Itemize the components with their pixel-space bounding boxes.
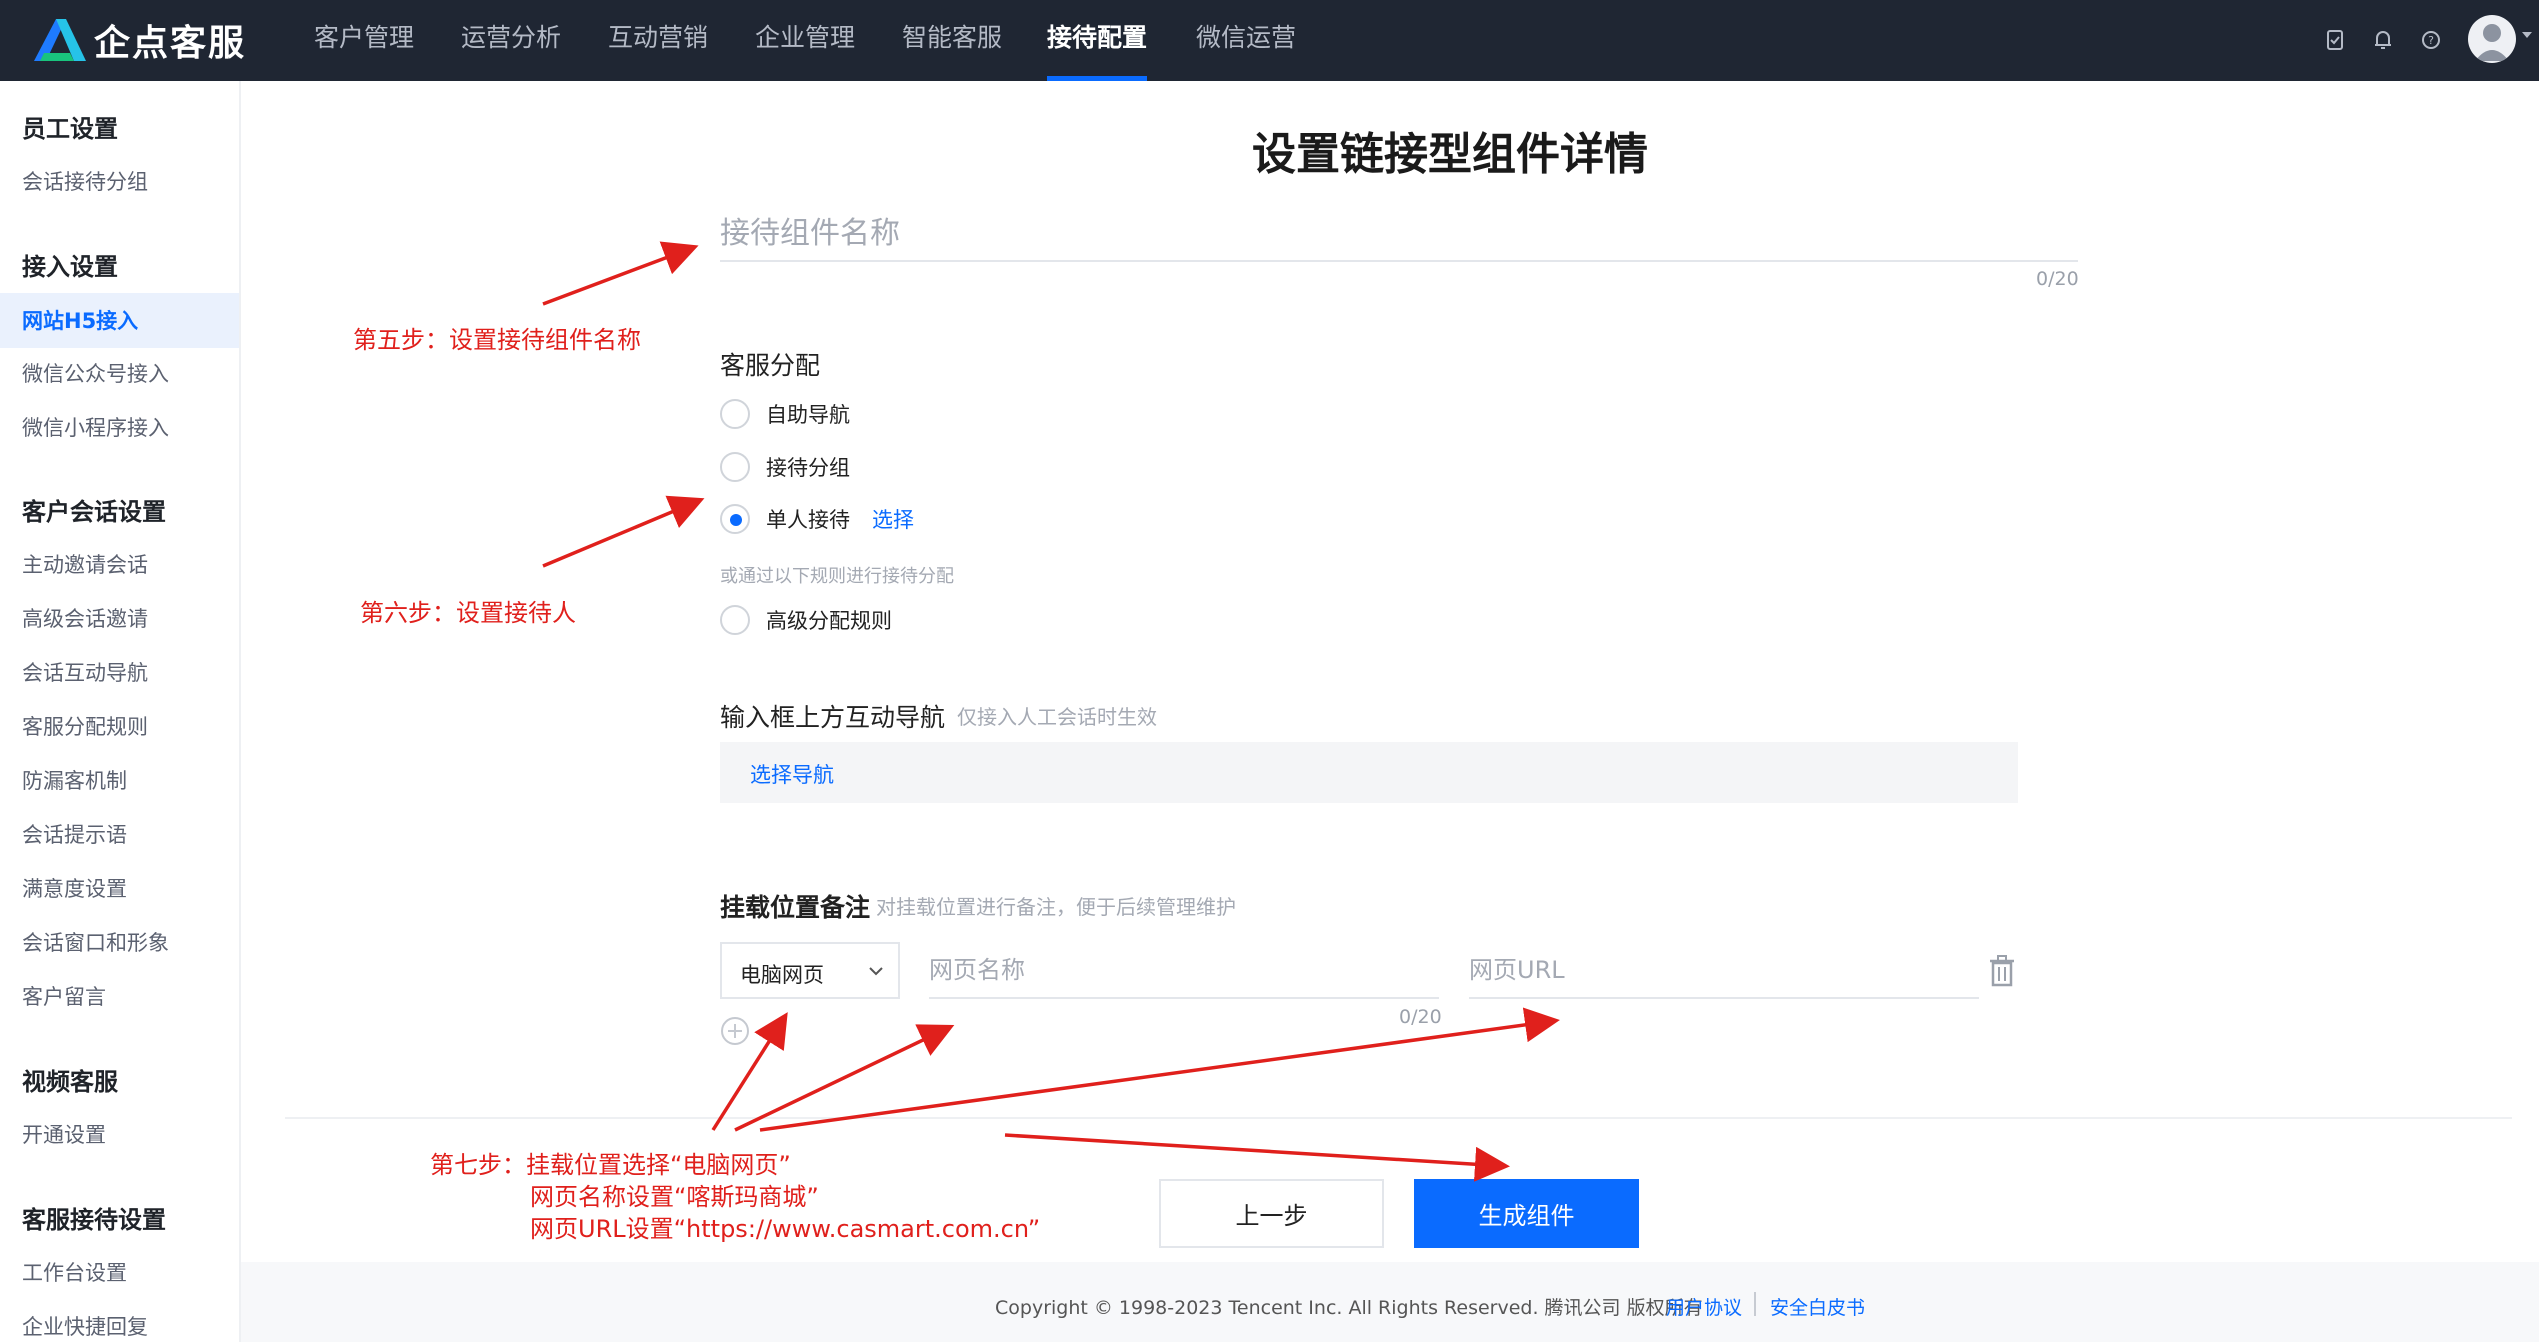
nav-customer-management[interactable]: 客户管理	[314, 0, 414, 81]
brand-logo[interactable]: 企点客服	[30, 14, 246, 66]
sidebar-item-web-h5[interactable]: 网站H5接入	[22, 305, 138, 335]
sidebar-group-video: 视频客服	[22, 1068, 118, 1096]
sidebar-group-agent: 客服接待设置	[22, 1206, 166, 1234]
radio-circle[interactable]	[720, 605, 750, 635]
chevron-down-icon[interactable]	[2520, 30, 2534, 40]
nav-operation-analysis[interactable]: 运营分析	[461, 0, 561, 81]
radio-advanced-rules[interactable]: 高级分配规则	[720, 604, 892, 636]
sidebar-item-window-style[interactable]: 会话窗口和形象	[22, 927, 169, 957]
prev-step-button[interactable]: 上一步	[1159, 1179, 1384, 1248]
add-row-icon[interactable]	[720, 1016, 750, 1046]
avatar[interactable]	[2468, 15, 2516, 63]
interactive-nav-label: 输入框上方互动导航	[720, 703, 946, 732]
interactive-nav-hint: 仅接入人工会话时生效	[957, 705, 1157, 729]
sidebar-group-access: 接入设置	[22, 253, 118, 281]
arrow-to-name-input	[542, 241, 699, 306]
top-navbar: 企点客服 客户管理 运营分析 互动营销 企业管理 智能客服 接待配置 微信运营 …	[0, 0, 2539, 81]
assign-alt-hint: 或通过以下规则进行接待分配	[720, 566, 954, 587]
logo-icon	[34, 19, 86, 61]
radio-circle[interactable]	[720, 399, 750, 429]
sidebar-item-quick-reply[interactable]: 企业快捷回复	[22, 1311, 148, 1341]
sidebar-item-advanced-invite[interactable]: 高级会话邀请	[22, 603, 148, 633]
radio-circle[interactable]	[720, 452, 750, 482]
page-title: 设置链接型组件详情	[1252, 129, 1648, 180]
select-agent-link[interactable]: 选择	[872, 504, 914, 534]
sidebar-item-satisfaction[interactable]: 满意度设置	[22, 873, 127, 903]
user-avatar-icon	[2475, 24, 2509, 61]
chevron-down-icon	[869, 967, 883, 976]
sidebar: 员工设置 会话接待分组 接入设置 网站H5接入 微信公众号接入 微信小程序接入 …	[0, 81, 241, 1342]
nav-enterprise-management[interactable]: 企业管理	[755, 0, 855, 81]
mount-type-value: 电脑网页	[740, 963, 824, 987]
sidebar-item-anti-miss[interactable]: 防漏客机制	[22, 765, 127, 795]
annotation-step5: 第五步：设置接待组件名称	[353, 326, 641, 354]
sidebar-item-messages[interactable]: 客户留言	[22, 981, 106, 1011]
arrow-to-generate-button	[1004, 1133, 1510, 1182]
form-divider	[285, 1117, 2512, 1119]
sidebar-item-wechat-official[interactable]: 微信公众号接入	[22, 358, 169, 388]
brand-name: 企点客服	[94, 23, 247, 64]
footer-copyright: Copyright © 1998-2023 Tencent Inc. All R…	[995, 1297, 1703, 1319]
svg-text:?: ?	[2428, 34, 2434, 47]
annotation-arrows	[542, 241, 1560, 1182]
sidebar-item-assign-rules[interactable]: 客服分配规则	[22, 711, 148, 741]
sidebar-item-reception-groups[interactable]: 会话接待分组	[22, 166, 148, 196]
sidebar-item-workbench[interactable]: 工作台设置	[22, 1257, 127, 1287]
sidebar-item-wechat-miniprogram[interactable]: 微信小程序接入	[22, 412, 169, 442]
mount-hint: 对挂载位置进行备注，便于后续管理维护	[876, 895, 1236, 919]
sidebar-group-staff: 员工设置	[22, 115, 118, 143]
mount-type-select[interactable]: 电脑网页	[720, 942, 900, 999]
component-name-input[interactable]	[720, 206, 2078, 262]
annotation-step7-line1: 第七步：挂载位置选择“电脑网页”	[430, 1151, 791, 1179]
page-name-input[interactable]	[929, 942, 1439, 999]
trash-icon[interactable]	[1986, 954, 2018, 988]
nav-interactive-marketing[interactable]: 互动营销	[608, 0, 708, 81]
annotation-step7-line3: 网页URL设置“https://www.casmart.com.cn”	[530, 1215, 1041, 1243]
help-icon[interactable]: ?	[2416, 25, 2446, 55]
radio-reception-group[interactable]: 接待分组	[720, 451, 850, 483]
page-url-input[interactable]	[1469, 942, 1979, 999]
radio-label: 高级分配规则	[766, 609, 892, 633]
sidebar-item-video-enable[interactable]: 开通设置	[22, 1119, 106, 1149]
footer-link-security-whitepaper[interactable]: 安全白皮书	[1770, 1293, 1865, 1320]
radio-label: 单人接待	[766, 508, 850, 532]
sidebar-group-session: 客户会话设置	[22, 498, 166, 526]
select-nav-link[interactable]: 选择导航	[750, 759, 834, 789]
task-icon[interactable]	[2320, 25, 2350, 55]
annotation-step6: 第六步：设置接待人	[360, 599, 576, 627]
annotation-step7-line2: 网页名称设置“喀斯玛商城”	[530, 1183, 819, 1211]
component-name-counter: 0/20	[2036, 268, 2079, 290]
bell-icon[interactable]	[2368, 25, 2398, 55]
footer-separator	[1754, 1292, 1756, 1316]
footer-link-user-agreement[interactable]: 用户协议	[1666, 1293, 1742, 1320]
assign-label: 客服分配	[720, 351, 821, 380]
radio-single-agent[interactable]: 单人接待 选择	[720, 503, 914, 535]
generate-component-button[interactable]: 生成组件	[1414, 1179, 1639, 1248]
arrow-to-page-url	[759, 1007, 1560, 1132]
interactive-nav-box: 选择导航	[720, 742, 2018, 803]
nav-wechat-operation[interactable]: 微信运营	[1196, 0, 1296, 81]
radio-self-nav[interactable]: 自助导航	[720, 398, 850, 430]
radio-circle-checked[interactable]	[720, 504, 750, 534]
page-name-counter: 0/20	[1399, 1006, 1442, 1028]
radio-label: 自助导航	[766, 403, 850, 427]
nav-smart-service[interactable]: 智能客服	[902, 0, 1002, 81]
arrow-to-page-name	[734, 1024, 955, 1132]
nav-reception-config[interactable]: 接待配置	[1047, 0, 1148, 81]
sidebar-item-active-invite[interactable]: 主动邀请会话	[22, 549, 148, 579]
radio-label: 接待分组	[766, 456, 850, 480]
sidebar-item-prompts[interactable]: 会话提示语	[22, 819, 127, 849]
mount-label: 挂载位置备注	[720, 893, 871, 922]
sidebar-item-interactive-nav[interactable]: 会话互动导航	[22, 657, 148, 687]
arrow-to-single-agent	[542, 495, 705, 568]
